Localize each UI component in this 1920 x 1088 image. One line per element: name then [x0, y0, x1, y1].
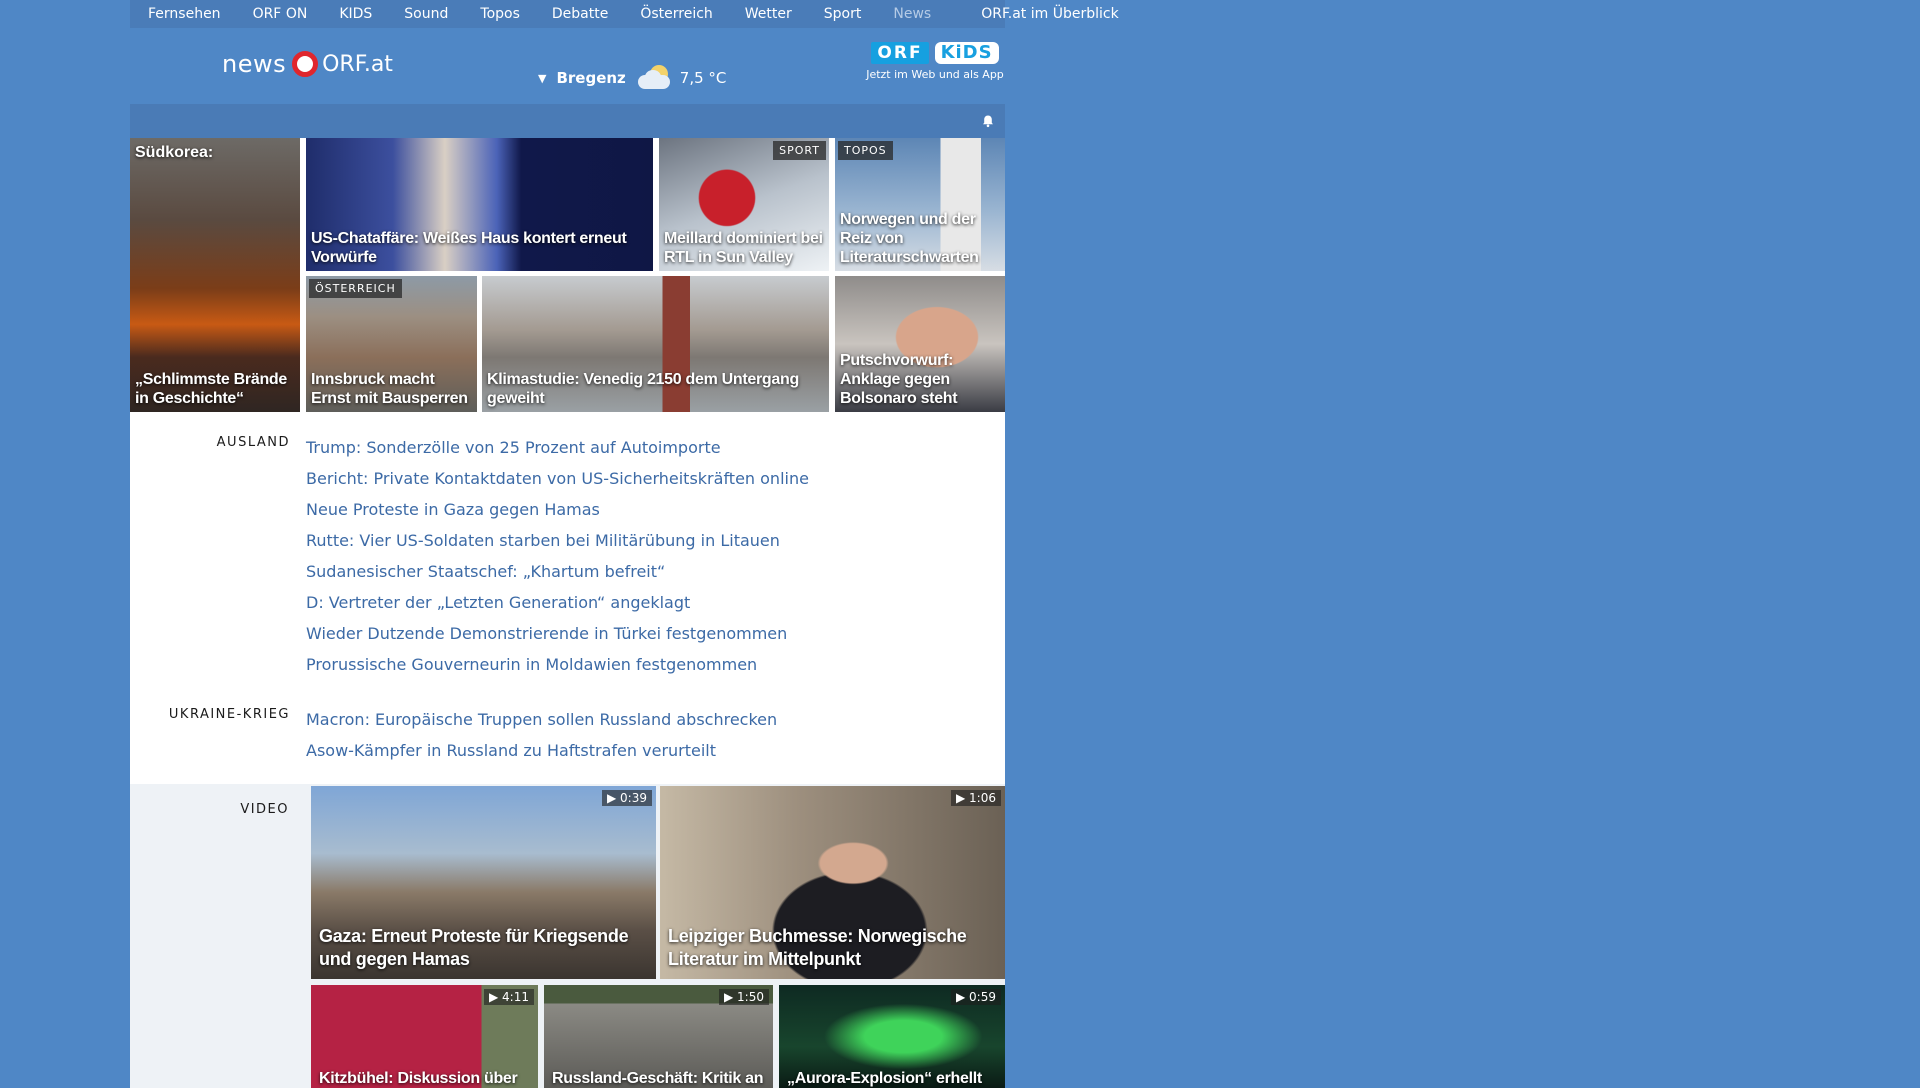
story-caption: Meillard dominiert bei RTL in Sun Valley	[664, 230, 823, 266]
site-header: news ORF.at ▼ Bregenz 7,5 °C ORF KiDS Je…	[130, 28, 1005, 104]
kids-logo: KiDS	[934, 42, 999, 64]
video-caption: Gaza: Erneut Proteste für Kriegsende und…	[319, 926, 629, 969]
weather-temperature: 7,5 °C	[679, 69, 727, 87]
video-caption: Kitzbühel: Diskussion über	[319, 1070, 518, 1087]
headline-link[interactable]: Trump: Sonderzölle von 25 Prozent auf Au…	[306, 432, 809, 463]
story-tile-venedig[interactable]: Klimastudie: Venedig 2150 dem Untergang …	[482, 276, 829, 412]
video-caption: „Aurora-Explosion“ erhellt	[787, 1070, 982, 1087]
orf-logo: ORF	[871, 42, 929, 64]
nav-wetter[interactable]: Wetter	[727, 6, 806, 22]
kids-promo-subtitle: Jetzt im Web und als App	[866, 68, 1004, 81]
video-duration: ▶ 0:59	[951, 989, 1001, 1005]
nav-topos[interactable]: Topos	[462, 6, 533, 22]
category-tag-sport: SPORT	[773, 141, 826, 160]
nav-fernsehen[interactable]: Fernsehen	[130, 6, 235, 22]
story-kicker: Südkorea:	[135, 144, 214, 161]
story-tile-suedkorea[interactable]: Südkorea: „Schlimmste Brände in Geschich…	[130, 138, 300, 412]
video-caption: Leipziger Buchmesse: Norwegische Literat…	[668, 926, 967, 969]
video-tile-buchmesse[interactable]: ▶ 1:06 Leipziger Buchmesse: Norwegische …	[660, 786, 1005, 979]
orf-kids-promo[interactable]: ORF KiDS Jetzt im Web und als App	[865, 42, 1005, 81]
headline-link[interactable]: Sudanesischer Staatschef: „Khartum befre…	[306, 556, 809, 587]
bell-icon[interactable]	[981, 114, 995, 128]
section-label: UKRAINE-KRIEG	[168, 707, 290, 722]
story-tile-norwegen[interactable]: TOPOS Norwegen und der Reiz von Literatu…	[835, 138, 1005, 271]
video-tile-aurora[interactable]: ▶ 0:59 „Aurora-Explosion“ erhellt	[779, 985, 1005, 1088]
story-caption: US-Chataffäre: Weißes Haus kontert erneu…	[311, 230, 627, 266]
headline-link[interactable]: Rutte: Vier US-Soldaten starben bei Mili…	[306, 525, 809, 556]
story-tile-bolsonaro[interactable]: Putschvorwurf: Anklage gegen Bolsonaro s…	[835, 276, 1005, 412]
section-ausland: AUSLAND Trump: Sonderzölle von 25 Prozen…	[130, 432, 1005, 680]
story-caption: Norwegen und der Reiz von Literaturschwa…	[840, 211, 979, 266]
news-lists: AUSLAND Trump: Sonderzölle von 25 Prozen…	[130, 412, 1005, 784]
nav-oesterreich[interactable]: Österreich	[622, 6, 726, 22]
news-orf-logo[interactable]: news ORF.at	[222, 50, 393, 78]
headline-link[interactable]: Bericht: Private Kontaktdaten von US-Sic…	[306, 463, 809, 494]
video-duration: ▶ 4:11	[484, 989, 534, 1005]
headline-link[interactable]: D: Vertreter der „Letzten Generation“ an…	[306, 587, 809, 618]
nav-kids[interactable]: KIDS	[321, 6, 386, 22]
weather-widget[interactable]: ▼ Bregenz 7,5 °C	[538, 65, 726, 91]
video-tile-russland-geschaeft[interactable]: ▶ 1:50 Russland-Geschäft: Kritik an	[544, 985, 773, 1088]
section-ukraine-krieg: UKRAINE-KRIEG Macron: Europäische Truppe…	[130, 704, 1005, 766]
weather-city: Bregenz	[556, 69, 626, 87]
story-tile-innsbruck[interactable]: ÖSTERREICH Innsbruck macht Ernst mit Bau…	[306, 276, 477, 412]
logo-orf-text: ORF.at	[322, 51, 393, 77]
video-section: VIDEO ▶ 0:39 Gaza: Erneut Proteste für K…	[130, 784, 1005, 1088]
headline-link[interactable]: Wieder Dutzende Demonstrierende in Türke…	[306, 618, 809, 649]
page: Fernsehen ORF ON KIDS Sound Topos Debatt…	[130, 0, 1119, 1088]
category-tag-oesterreich: ÖSTERREICH	[309, 279, 402, 298]
headline-list: Macron: Europäische Truppen sollen Russl…	[306, 704, 777, 766]
top-navigation: Fernsehen ORF ON KIDS Sound Topos Debatt…	[130, 0, 1119, 28]
nav-orf-on[interactable]: ORF ON	[235, 6, 322, 22]
story-tile-meillard[interactable]: SPORT Meillard dominiert bei RTL in Sun …	[659, 138, 829, 271]
partly-cloudy-icon	[636, 65, 672, 91]
video-tile-gaza[interactable]: ▶ 0:39 Gaza: Erneut Proteste für Kriegse…	[311, 786, 656, 979]
logo-news-text: news	[222, 50, 287, 78]
top-stories-grid: Südkorea: „Schlimmste Brände in Geschich…	[130, 138, 1005, 412]
headline-list: Trump: Sonderzölle von 25 Prozent auf Au…	[306, 432, 809, 680]
headline-link[interactable]: Prorussische Gouverneurin in Moldawien f…	[306, 649, 809, 680]
story-caption: „Schlimmste Brände in Geschichte“	[135, 371, 287, 407]
story-caption: Klimastudie: Venedig 2150 dem Untergang …	[487, 371, 799, 407]
story-caption: Innsbruck macht Ernst mit Bausperren	[311, 371, 468, 407]
dropdown-arrow-icon: ▼	[538, 71, 547, 85]
headline-link[interactable]: Asow-Kämpfer in Russland zu Haftstrafen …	[306, 735, 777, 766]
nav-sport[interactable]: Sport	[806, 6, 876, 22]
headline-link[interactable]: Macron: Europäische Truppen sollen Russl…	[306, 704, 777, 735]
section-label: VIDEO	[240, 802, 289, 817]
orf-eye-icon	[292, 51, 319, 77]
video-duration: ▶ 1:06	[951, 790, 1001, 806]
category-tag-topos: TOPOS	[838, 141, 893, 160]
nav-overview-link[interactable]: ORF.at im Überblick	[963, 6, 1132, 22]
video-tile-kitzbuehel[interactable]: ▶ 4:11 Kitzbühel: Diskussion über	[311, 985, 538, 1088]
story-caption: Putschvorwurf: Anklage gegen Bolsonaro s…	[840, 352, 958, 407]
toolbar	[130, 104, 1005, 138]
nav-news-current[interactable]: News	[875, 6, 945, 22]
section-label: AUSLAND	[216, 435, 290, 450]
video-duration: ▶ 0:39	[602, 790, 652, 806]
story-tile-us-chataffaere[interactable]: US-Chataffäre: Weißes Haus kontert erneu…	[306, 138, 653, 271]
nav-debatte[interactable]: Debatte	[534, 6, 622, 22]
video-caption: Russland-Geschäft: Kritik an	[552, 1070, 764, 1087]
headline-link[interactable]: Neue Proteste in Gaza gegen Hamas	[306, 494, 809, 525]
nav-sound[interactable]: Sound	[386, 6, 462, 22]
video-duration: ▶ 1:50	[719, 989, 769, 1005]
